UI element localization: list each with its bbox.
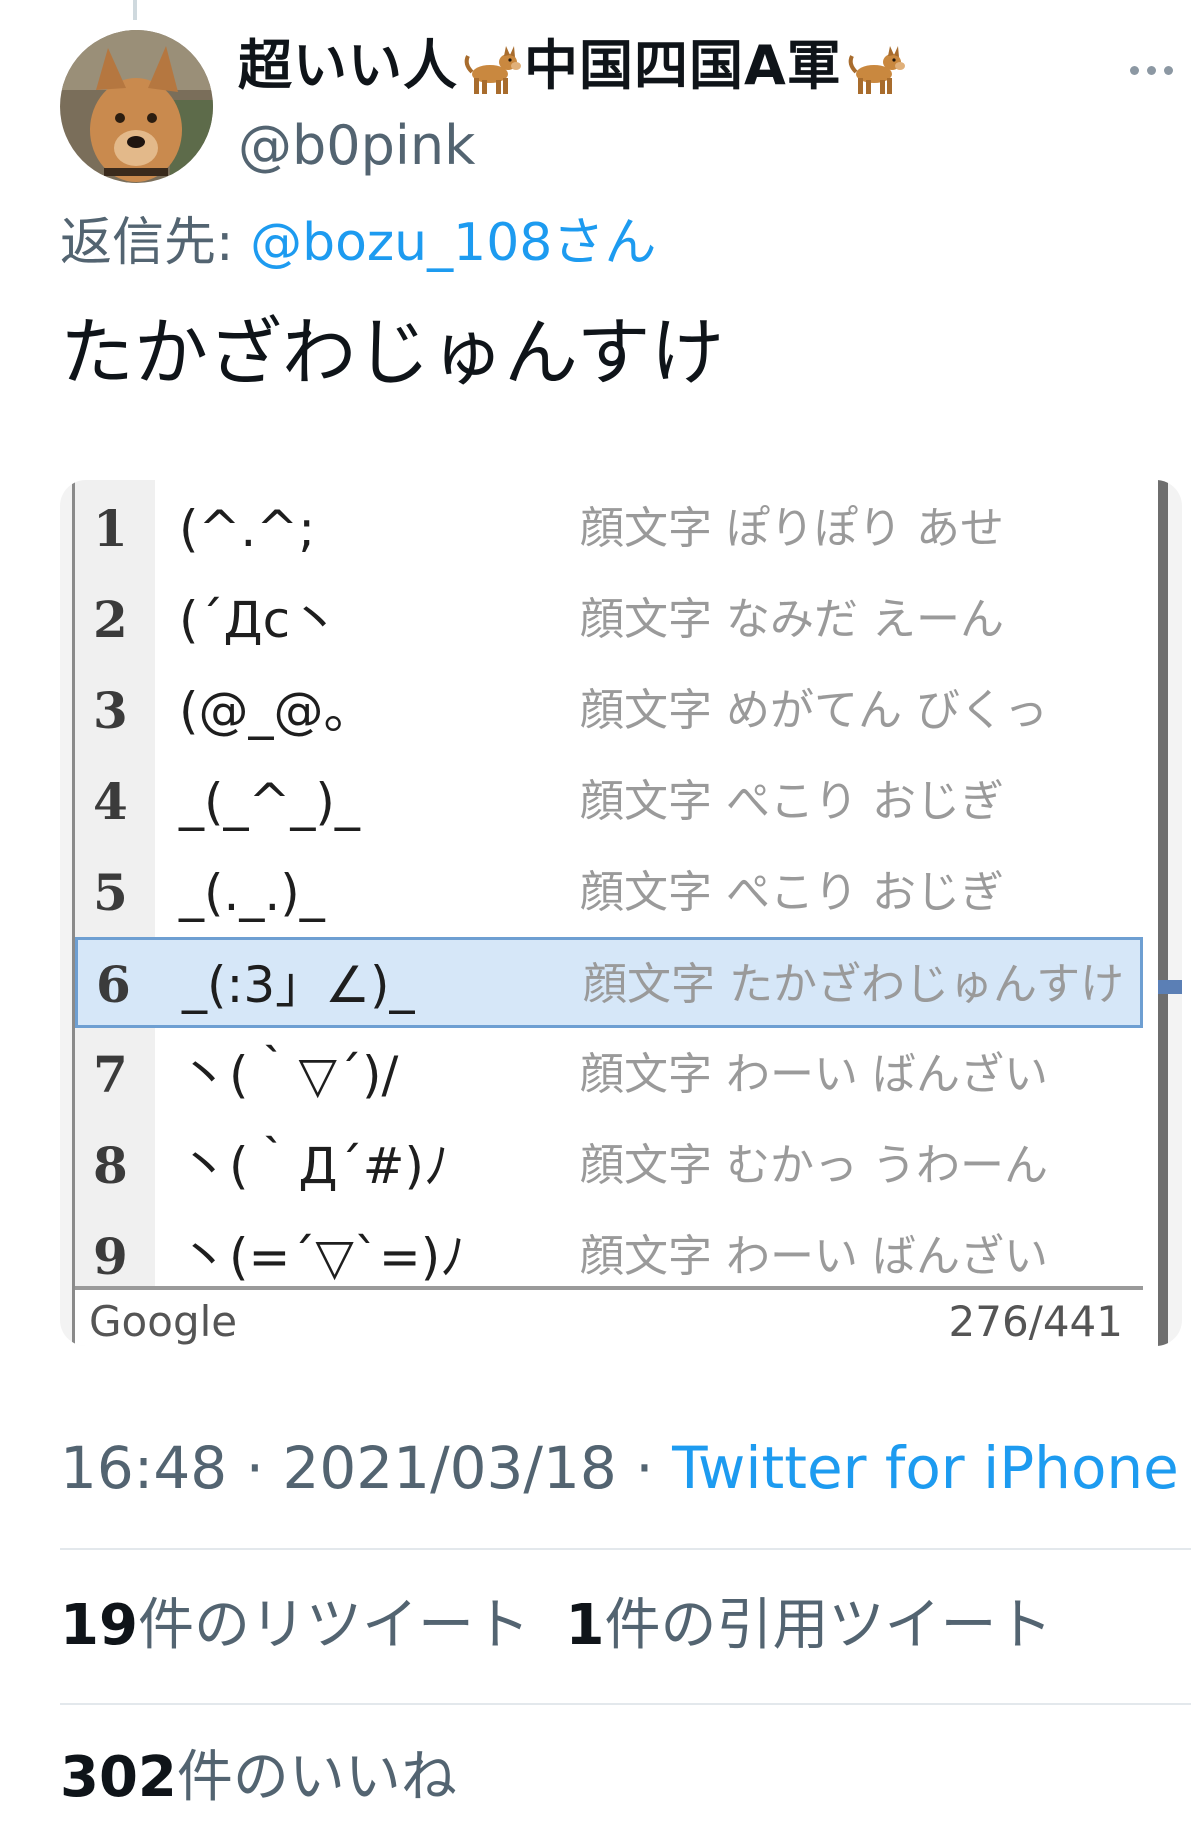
thread-connector-line xyxy=(133,0,137,20)
retweet-stats: 19件のリツイート 1件の引用ツイート xyxy=(60,1588,1053,1664)
author-name-part-1: 超いい人 xyxy=(238,34,458,97)
reply-prefix: 返信先: xyxy=(60,213,251,273)
ime-candidate-kaomoji: 丶(｀Д´#)ﾉ xyxy=(179,1137,449,1195)
author-handle[interactable]: @b0pink xyxy=(238,110,475,182)
ime-candidate-row[interactable]: 6 _(:3」∠)_ 顔文字 たかざわじゅんすけ xyxy=(75,937,1143,1028)
divider xyxy=(60,1703,1191,1705)
divider xyxy=(60,1548,1191,1550)
quotes-label: 件の引用ツイート xyxy=(604,1593,1053,1658)
tweet-time[interactable]: 16:48 xyxy=(60,1434,227,1502)
ime-footer-divider xyxy=(75,1286,1143,1290)
ime-candidate-row[interactable]: 4 _(_^_)_ 顔文字 ぺこり おじぎ xyxy=(75,757,1143,848)
ime-candidate-row[interactable]: 1 (^.^; 顔文字 ぽりぽり あせ xyxy=(75,484,1143,575)
likes-label: 件のいいね xyxy=(176,1745,457,1810)
ime-candidate-number: 9 xyxy=(93,1227,128,1286)
ime-candidate-kaomoji: (´Дc丶 xyxy=(179,591,341,649)
reply-mention-link[interactable]: @bozu_108さん xyxy=(250,213,656,273)
ime-candidate-number: 5 xyxy=(93,863,128,922)
ime-candidate-description: 顔文字 たかざわじゅんすけ xyxy=(583,959,1125,1010)
ime-candidate-number: 2 xyxy=(93,590,128,649)
ime-candidate-number: 7 xyxy=(93,1045,128,1104)
ime-footer-count: 276/441 xyxy=(948,1297,1123,1346)
more-horizontal-icon[interactable] xyxy=(1128,62,1176,78)
ime-candidate-number: 4 xyxy=(93,772,128,831)
quotes-count: 1 xyxy=(565,1593,605,1658)
dog-emoji-icon xyxy=(848,46,905,95)
retweets-label: 件のリツイート xyxy=(137,1593,530,1658)
ime-candidate-description: 顔文字 めがてん びくっ xyxy=(580,685,1048,736)
likes-count: 302 xyxy=(60,1745,177,1810)
likes-stats: 302件のいいね xyxy=(60,1740,457,1816)
ime-candidate-number: 6 xyxy=(96,955,131,1014)
dog-emoji-icon xyxy=(464,46,521,95)
ime-candidate-kaomoji: 丶(=´▽`=)ﾉ xyxy=(179,1228,466,1286)
ime-candidate-row[interactable]: 5 _(._.)_ 顔文字 ぺこり おじぎ xyxy=(75,848,1143,939)
tweet-date[interactable]: 2021/03/18 xyxy=(282,1434,616,1502)
reply-context: 返信先: @bozu_108さん xyxy=(60,208,656,278)
ime-candidate-kaomoji: _(:3」∠)_ xyxy=(182,956,415,1014)
author-display-name[interactable]: 超いい人 中国四国A軍 xyxy=(238,30,908,102)
ime-candidate-description: 顔文字 ぺこり おじぎ xyxy=(580,867,1004,918)
retweets-stat[interactable]: 19件のリツイート xyxy=(60,1593,530,1658)
tweet-timestamp: 16:48 · 2021/03/18 · Twitter for iPhone xyxy=(60,1430,1179,1506)
author-name-part-2: 中国四国A軍 xyxy=(524,34,842,97)
ime-candidate-description: 顔文字 ぺこり おじぎ xyxy=(580,776,1004,827)
tweet-text: たかざわじゅんすけ xyxy=(60,310,725,396)
ime-candidate-description: 顔文字 むかっ うわーん xyxy=(580,1140,1048,1191)
ime-scroll-marker xyxy=(1158,980,1182,994)
ime-candidate-window: 1 (^.^; 顔文字 ぽりぽり あせ 2 (´Дc丶 顔文字 なみだ えーん 3 (@_@。… xyxy=(72,480,1165,1346)
quotes-stat[interactable]: 1件の引用ツイート xyxy=(566,1593,1053,1658)
ime-candidate-description: 顔文字 わーい ばんざい xyxy=(580,1231,1048,1282)
ime-candidate-kaomoji: _(_^_)_ xyxy=(179,773,360,831)
ime-candidate-row[interactable]: 8 丶(｀Д´#)ﾉ 顔文字 むかっ うわーん xyxy=(75,1121,1143,1212)
ime-candidate-description: 顔文字 ぽりぽり あせ xyxy=(580,503,1004,554)
ime-candidate-number: 8 xyxy=(93,1136,128,1195)
ime-candidate-number: 1 xyxy=(93,499,128,558)
ime-candidate-kaomoji: 丶(｀▽´)/ xyxy=(179,1046,399,1104)
dog-avatar-image xyxy=(60,30,213,183)
avatar[interactable] xyxy=(60,30,213,183)
retweets-count: 19 xyxy=(60,1593,138,1658)
meta-separator: · xyxy=(616,1434,673,1502)
ime-candidate-kaomoji: (@_@。 xyxy=(179,682,374,740)
tweet-source-link[interactable]: Twitter for iPhone xyxy=(672,1434,1179,1502)
tweet-media-image[interactable]: 1 (^.^; 顔文字 ぽりぽり あせ 2 (´Дc丶 顔文字 なみだ えーん 3 (@_@。… xyxy=(60,480,1182,1346)
ime-footer-brand: Google xyxy=(89,1297,238,1346)
ime-candidate-kaomoji: (^.^; xyxy=(179,500,316,558)
ime-candidate-description: 顔文字 なみだ えーん xyxy=(580,594,1004,645)
ime-candidate-description: 顔文字 わーい ばんざい xyxy=(580,1049,1048,1100)
ime-candidate-row[interactable]: 3 (@_@。 顔文字 めがてん びくっ xyxy=(75,666,1143,757)
ime-candidate-row[interactable]: 2 (´Дc丶 顔文字 なみだ えーん xyxy=(75,575,1143,666)
ime-candidate-number: 3 xyxy=(93,681,128,740)
ime-scrollbar xyxy=(1158,480,1168,1346)
ime-candidate-kaomoji: _(._.)_ xyxy=(179,864,325,922)
meta-separator: · xyxy=(227,1434,283,1502)
ime-candidate-row[interactable]: 7 丶(｀▽´)/ 顔文字 わーい ばんざい xyxy=(75,1030,1143,1121)
likes-stat[interactable]: 302件のいいね xyxy=(60,1745,457,1810)
